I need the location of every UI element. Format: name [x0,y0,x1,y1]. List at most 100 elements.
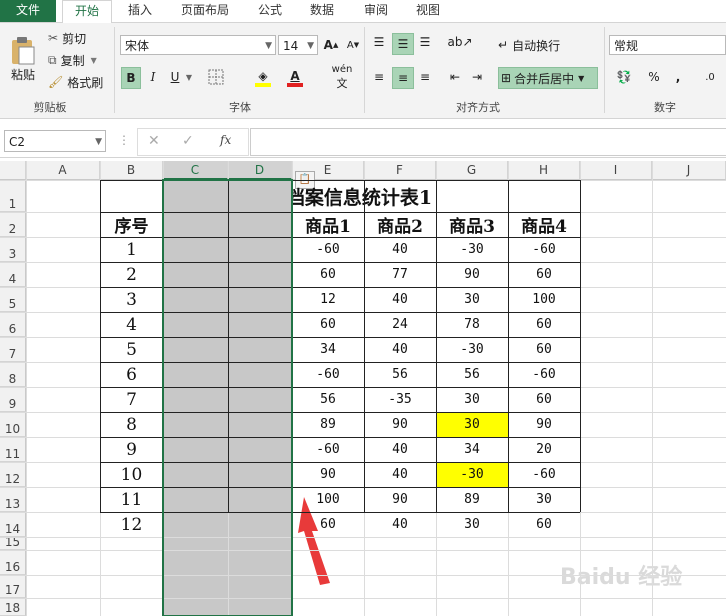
font-color-button[interactable]: A [284,67,306,89]
bold-button[interactable]: B [121,67,141,89]
currency-icon[interactable]: 💱 [610,67,638,87]
header-cell[interactable]: 商品4 [508,212,580,237]
cell-c2[interactable] [163,212,228,237]
chevron-down-icon[interactable]: ▼ [184,67,194,87]
index-cell[interactable]: 11 [100,487,163,512]
merge-center-button[interactable]: ⊞ 合并后居中 ▼ [498,67,598,89]
row-header-11[interactable]: 11 [0,437,26,462]
data-cell[interactable]: 100 [508,287,580,312]
align-center-icon[interactable]: ≡ [392,67,414,89]
tab-page-layout[interactable]: 页面布局 [172,0,238,22]
tab-file[interactable]: 文件 [0,0,56,22]
column-header-a[interactable]: A [26,161,100,180]
phonetic-guide-button[interactable]: wén 文 [328,64,356,90]
row-header-10[interactable]: 10 [0,412,26,437]
data-cell[interactable]: 78 [436,312,508,337]
worksheet-grid[interactable]: ABCDEFGHIJ 1 2 3 4 5 6 7 8 9 10 11 12 13 14 15 16 17 18 B… [0,161,726,616]
row-header-5[interactable]: 5 [0,287,26,312]
wrap-text-button[interactable]: ↵ 自动换行 [498,35,560,55]
align-right-icon[interactable]: ≡ [416,67,434,87]
row-header-2[interactable]: 2 [0,212,26,237]
index-cell[interactable]: 9 [100,437,163,462]
tab-insert[interactable]: 插入 [116,0,164,22]
column-header-c[interactable]: C [163,161,228,180]
data-cell[interactable]: 30 [436,412,508,437]
font-size-select[interactable]: 14 ▼ [278,35,318,55]
chevron-down-icon[interactable]: ▼ [91,56,97,65]
data-cell[interactable]: 24 [364,312,436,337]
italic-button[interactable]: I [144,67,162,87]
formula-input[interactable] [250,128,726,156]
fill-color-button[interactable]: ◈ [252,67,274,89]
index-cell[interactable]: 12 [100,512,163,537]
column-header-b[interactable]: B [100,161,163,180]
data-cell[interactable]: 30 [436,287,508,312]
row-header-12[interactable]: 12 [0,462,26,487]
increase-font-icon[interactable]: A ▲ [322,35,340,55]
copy-button[interactable]: ⧉ 复制 ▼ [48,51,97,69]
paste-button[interactable]: 粘贴 [6,29,40,89]
cell-d2[interactable] [228,212,292,237]
row-header-4[interactable]: 4 [0,262,26,287]
align-left-icon[interactable]: ≡ [370,67,388,87]
number-format-select[interactable]: 常规 [609,35,726,55]
tab-formulas[interactable]: 公式 [250,0,290,22]
header-cell[interactable]: 序号 [100,212,163,237]
row-header-3[interactable]: 3 [0,237,26,262]
decrease-font-icon[interactable]: A ▼ [344,35,362,55]
row-header-8[interactable]: 8 [0,362,26,387]
data-cell[interactable]: 60 [508,262,580,287]
align-top-icon[interactable]: ☰ [370,33,388,51]
data-cell[interactable]: -60 [292,237,364,262]
data-cell[interactable]: 60 [508,312,580,337]
data-cell[interactable]: 60 [508,387,580,412]
data-cell[interactable]: 40 [364,437,436,462]
data-cell[interactable]: 30 [508,487,580,512]
data-cell[interactable]: 40 [364,287,436,312]
tab-home[interactable]: 开始 [62,0,112,24]
data-cell[interactable]: 60 [292,512,364,537]
data-cell[interactable]: -30 [436,237,508,262]
column-header-g[interactable]: G [436,161,508,180]
cut-button[interactable]: ✂ 剪切 [48,29,86,47]
data-cell[interactable]: 90 [436,262,508,287]
row-header-9[interactable]: 9 [0,387,26,412]
row-header-13[interactable]: 13 [0,487,26,512]
data-cell[interactable]: 90 [508,412,580,437]
data-cell[interactable]: 34 [292,337,364,362]
more-options-icon[interactable]: ⋮ [118,133,130,147]
select-all-corner[interactable] [0,161,26,180]
cancel-icon[interactable]: ✕ [148,133,160,149]
data-cell[interactable]: -60 [508,462,580,487]
borders-icon[interactable] [202,67,230,87]
column-header-f[interactable]: F [364,161,436,180]
row-header-16[interactable]: 16 [0,550,26,575]
data-cell[interactable]: 56 [436,362,508,387]
data-cell[interactable]: 34 [436,437,508,462]
data-cell[interactable]: 89 [436,487,508,512]
data-cell[interactable]: 56 [364,362,436,387]
comma-button[interactable]: , [672,67,684,87]
data-cell[interactable]: 90 [292,462,364,487]
data-cell[interactable]: -30 [436,462,508,487]
data-cell[interactable]: -60 [292,437,364,462]
increase-decimal-icon[interactable]: .0 [700,67,720,87]
check-icon[interactable]: ✓ [182,133,194,149]
insert-function-icon[interactable]: fx [220,133,231,147]
decrease-indent-icon[interactable]: ⇤ [446,67,464,87]
data-cell[interactable]: -60 [508,237,580,262]
data-cell[interactable]: 56 [292,387,364,412]
data-cell[interactable]: 60 [508,512,580,537]
index-cell[interactable]: 2 [100,262,163,287]
row-header-6[interactable]: 6 [0,312,26,337]
align-middle-icon[interactable]: ☰ [392,33,414,55]
tab-data[interactable]: 数据 [302,0,342,22]
underline-button[interactable]: U [166,67,184,87]
tab-view[interactable]: 视图 [408,0,448,22]
index-cell[interactable]: 1 [100,237,163,262]
data-cell[interactable]: 100 [292,487,364,512]
header-cell[interactable]: 商品3 [436,212,508,237]
orientation-icon[interactable]: ab↗ [446,33,474,51]
data-cell[interactable]: -60 [508,362,580,387]
data-cell[interactable]: 60 [508,337,580,362]
